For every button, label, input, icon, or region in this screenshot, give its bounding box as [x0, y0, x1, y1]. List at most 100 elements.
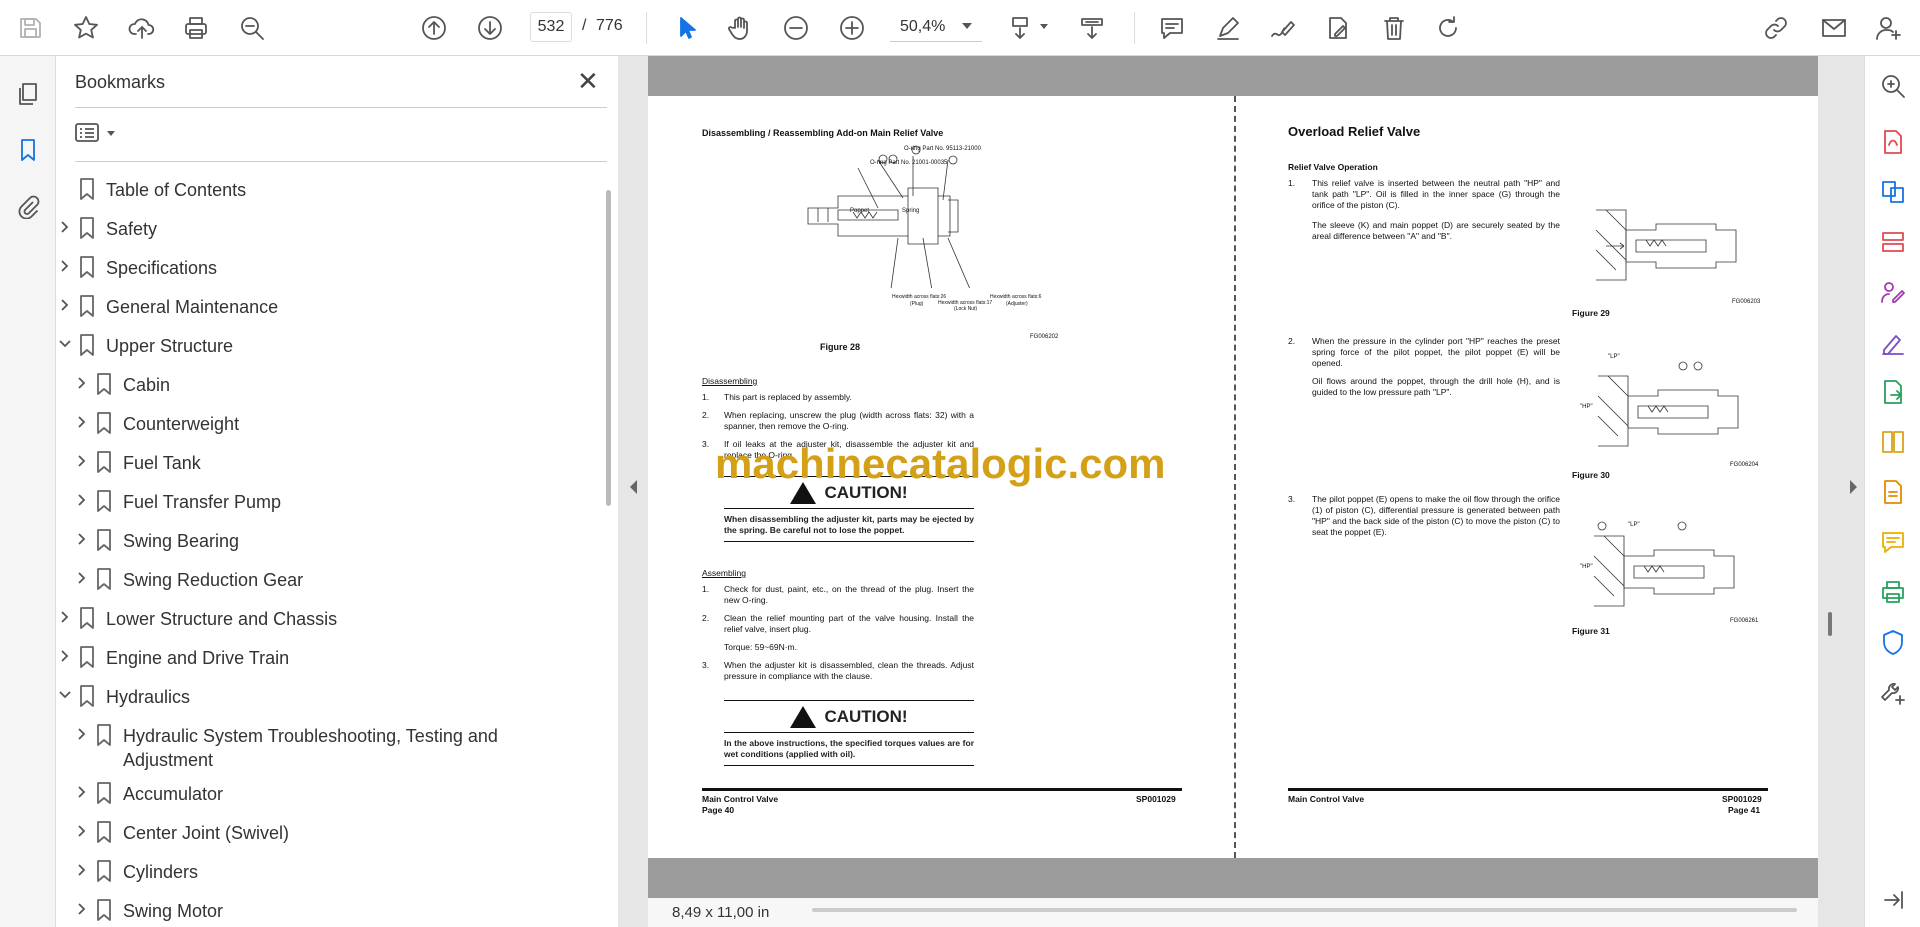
protect-shield-icon[interactable]	[1877, 626, 1909, 658]
zoom-out-icon[interactable]	[776, 8, 816, 48]
fill-sign-icon[interactable]	[1877, 326, 1909, 358]
bookmark-item[interactable]: Swing Bearing	[57, 525, 597, 557]
bookmark-item[interactable]: Hydraulics	[57, 681, 597, 713]
bookmark-item[interactable]: Lower Structure and Chassis	[57, 603, 597, 635]
expand-panel-icon[interactable]	[1877, 884, 1909, 916]
bookmark-item[interactable]: Swing Reduction Gear	[57, 564, 597, 596]
bookmark-label: Fuel Tank	[123, 453, 201, 473]
bookmark-item[interactable]: Swing Motor	[57, 895, 597, 927]
chevron-right-icon[interactable]	[57, 258, 73, 274]
request-signature-icon[interactable]	[1877, 276, 1909, 308]
chevron-right-icon[interactable]	[57, 297, 73, 313]
bookmark-item[interactable]: Fuel Tank	[57, 447, 597, 479]
chevron-right-icon[interactable]	[74, 414, 90, 430]
account-icon[interactable]	[1868, 8, 1908, 48]
bookmark-star-icon[interactable]	[66, 8, 106, 48]
export-pdf-icon[interactable]	[1877, 376, 1909, 408]
organize-pages-icon[interactable]	[1877, 226, 1909, 258]
paragraph: When the pressure in the cylinder port "…	[1312, 336, 1560, 368]
collapse-right-panel-icon[interactable]	[1850, 480, 1857, 494]
chevron-right-icon[interactable]	[74, 726, 90, 742]
bookmark-item[interactable]: Upper Structure	[57, 330, 597, 362]
chevron-down-icon[interactable]	[57, 336, 73, 352]
chevron-right-icon[interactable]	[57, 219, 73, 235]
page-number-input[interactable]: 532	[530, 12, 572, 42]
bookmark-item[interactable]: Engine and Drive Train	[57, 642, 597, 674]
bookmark-item[interactable]: Specifications	[57, 252, 597, 284]
bookmark-item[interactable]: Center Joint (Swivel)	[57, 817, 597, 849]
bookmark-options-button[interactable]	[75, 118, 121, 148]
figure-label: (Plug)	[910, 301, 924, 307]
bookmark-icon	[79, 217, 95, 239]
save-icon[interactable]	[10, 8, 50, 48]
bookmark-item[interactable]: Counterweight	[57, 408, 597, 440]
bookmark-label: Upper Structure	[106, 336, 234, 356]
highlight-pen-icon[interactable]	[1208, 8, 1248, 48]
chevron-right-icon[interactable]	[74, 901, 90, 917]
figure-label: O-ring Part No. 21001-00035	[870, 160, 948, 166]
print-icon[interactable]	[176, 8, 216, 48]
chevron-right-icon[interactable]	[74, 570, 90, 586]
footer-title: Main Control Valve	[1288, 794, 1365, 804]
bookmark-item[interactable]: Fuel Transfer Pump	[57, 486, 597, 518]
hand-tool-icon[interactable]	[720, 8, 760, 48]
chevron-right-icon[interactable]	[74, 784, 90, 800]
step-number: 1.	[702, 392, 710, 402]
edit-pdf-icon[interactable]	[1318, 8, 1358, 48]
chevron-right-icon[interactable]	[74, 375, 90, 391]
chevron-right-icon[interactable]	[74, 492, 90, 508]
collapse-left-panel-icon[interactable]	[630, 480, 637, 494]
vertical-scrollbar-thumb[interactable]	[1828, 612, 1832, 636]
bookmark-item[interactable]: Hydraulic System Troubleshooting, Testin…	[57, 720, 597, 770]
bookmark-item[interactable]: Cabin	[57, 369, 597, 401]
upload-cloud-icon[interactable]	[122, 8, 162, 48]
bookmark-icon	[96, 568, 112, 590]
bookmark-item[interactable]: Accumulator	[57, 778, 597, 810]
subsection-title: Assembling	[702, 568, 746, 578]
bookmarks-scrollbar[interactable]	[606, 190, 611, 506]
figure-caption: Figure 29	[1572, 308, 1610, 318]
share-link-icon[interactable]	[1756, 8, 1796, 48]
zoom-in-icon[interactable]	[832, 8, 872, 48]
next-page-icon[interactable]	[470, 8, 510, 48]
scroll-mode-icon[interactable]	[1072, 8, 1112, 48]
chevron-right-icon[interactable]	[57, 609, 73, 625]
zoom-magnifier-icon[interactable]	[1877, 70, 1909, 102]
zoom-dropdown-chevron-icon[interactable]	[962, 23, 972, 29]
chevron-right-icon[interactable]	[74, 531, 90, 547]
more-tools-icon[interactable]	[1877, 676, 1909, 708]
combine-files-icon[interactable]	[1877, 176, 1909, 208]
compare-files-icon[interactable]	[1877, 426, 1909, 458]
bookmarks-panel-icon[interactable]	[10, 132, 46, 168]
close-icon[interactable]: ✕	[577, 68, 599, 94]
bookmark-item[interactable]: Cylinders	[57, 856, 597, 888]
chevron-right-icon[interactable]	[57, 648, 73, 664]
chevron-right-icon[interactable]	[74, 453, 90, 469]
print-production-icon[interactable]	[1877, 576, 1909, 608]
select-cursor-icon[interactable]	[666, 8, 706, 48]
sign-icon[interactable]	[1262, 8, 1302, 48]
page-fit-chevron-icon[interactable]	[1040, 24, 1048, 29]
delete-icon[interactable]	[1374, 8, 1414, 48]
create-pdf-icon[interactable]	[1877, 126, 1909, 158]
bookmark-item[interactable]: Table of Contents	[57, 174, 597, 206]
redo-rotate-icon[interactable]	[1428, 8, 1468, 48]
zoom-search-icon[interactable]	[232, 8, 272, 48]
horizontal-scrollbar[interactable]	[812, 908, 1797, 912]
comment-tool-icon[interactable]	[1877, 526, 1909, 558]
previous-page-icon[interactable]	[414, 8, 454, 48]
right-tools-rail	[1864, 56, 1920, 927]
bookmark-item[interactable]: General Maintenance	[57, 291, 597, 323]
scan-ocr-icon[interactable]	[1877, 476, 1909, 508]
chevron-right-icon[interactable]	[74, 823, 90, 839]
page-total: 776	[596, 17, 623, 34]
comment-icon[interactable]	[1152, 8, 1192, 48]
bookmark-item[interactable]: Safety	[57, 213, 597, 245]
step-text: When the adjuster kit is disassembled, c…	[724, 660, 974, 681]
email-icon[interactable]	[1814, 8, 1854, 48]
chevron-down-icon[interactable]	[57, 687, 73, 703]
chevron-right-icon[interactable]	[74, 862, 90, 878]
page-thumbnails-icon[interactable]	[10, 76, 46, 112]
attachments-icon[interactable]	[10, 188, 46, 224]
page-fit-icon[interactable]	[1002, 8, 1042, 48]
